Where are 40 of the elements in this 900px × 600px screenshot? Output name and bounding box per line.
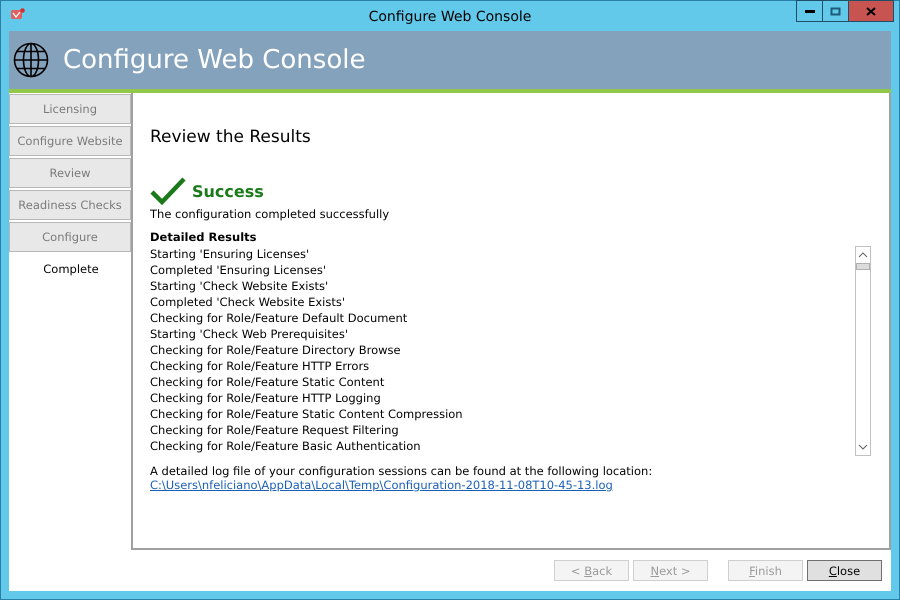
result-line: Checking for Role/Feature Request Filtering [150, 422, 400, 438]
result-line: Checking for Role/Feature Default Document [150, 310, 408, 326]
scroll-thumb[interactable] [856, 263, 870, 270]
wizard-button[interactable]: Close [807, 560, 882, 581]
result-line: Checking for Role/Feature Directory Browse [150, 342, 402, 358]
maximize-button[interactable] [822, 0, 849, 22]
wizard-step-tab[interactable]: Licensing [9, 94, 131, 124]
wizard-step-tab[interactable]: Review [9, 158, 131, 188]
minimize-icon [804, 9, 814, 13]
result-line: Checking for Role/Feature Static Content [150, 374, 386, 390]
result-line: Completed 'Check Website Exists' [150, 294, 346, 310]
result-line: Starting 'Check Website Exists' [150, 278, 330, 294]
result-line: Completed 'Ensuring Licenses' [150, 262, 328, 278]
result-line: Checking for Role/Feature HTTP Logging [150, 390, 382, 406]
globe-icon [13, 42, 49, 78]
wizard-step-tab[interactable]: Configure Website [9, 126, 131, 156]
scrollbar[interactable] [855, 246, 871, 456]
log-note: A detailed log file of your configuration sessions can be found at the following location: [150, 464, 654, 478]
result-line: Checking for Role/Feature Static Content Compression [150, 406, 464, 422]
wizard-step-tab[interactable]: Readiness Checks [9, 190, 131, 220]
window-title: Configure Web Console [368, 8, 532, 25]
app-icon [11, 8, 25, 20]
close-icon [866, 6, 876, 16]
status-title: Success [192, 182, 264, 200]
close-button[interactable] [848, 0, 894, 22]
header-title: Configure Web Console [63, 45, 366, 75]
scroll-down-icon[interactable] [858, 444, 868, 450]
result-line: Starting 'Ensuring Licenses' [150, 246, 310, 262]
maximize-icon [830, 6, 841, 16]
log-file-link[interactable]: C:\Users\nfeliciano\AppData\Local\Temp\Configuration-2018-11-08T10-45-13.log [150, 478, 613, 492]
result-line: Starting 'Check Web Prerequisites' [150, 326, 349, 342]
result-line: Checking for Role/Feature Basic Authentication [150, 438, 422, 454]
results-label: Detailed Results [150, 230, 258, 244]
minimize-button[interactable] [796, 0, 823, 22]
status-message: The configuration completed successfully [150, 207, 390, 221]
check-icon [150, 177, 186, 205]
page-heading: Review the Results [150, 127, 312, 147]
wizard-step-tab[interactable]: Configure [9, 222, 131, 252]
result-line: Checking for Role/Feature HTTP Errors [150, 358, 370, 374]
scroll-up-icon[interactable] [858, 252, 868, 258]
